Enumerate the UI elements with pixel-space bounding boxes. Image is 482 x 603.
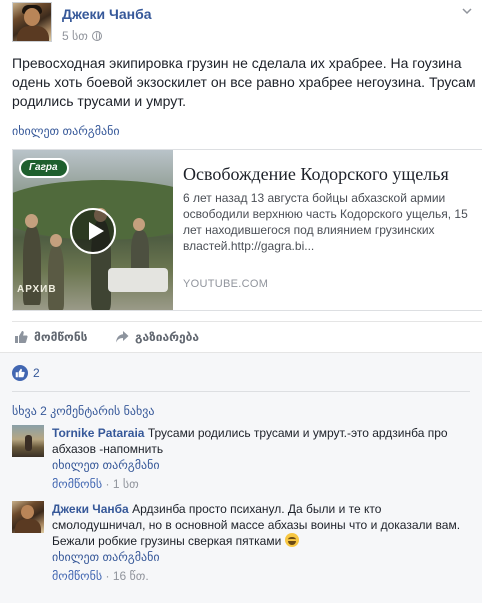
post-meta: 5 სთ — [62, 29, 102, 43]
view-more-comments-link[interactable]: სხვა 2 კომენტარის ნახვა — [12, 404, 155, 418]
comment-see-translation[interactable]: იხილეთ თარგმანი — [52, 549, 472, 565]
grinning-emoji-icon — [284, 533, 299, 547]
comment-text: Ардзинба просто психанул. Да были и те к… — [132, 502, 382, 516]
action-bar: მომწონს გაზიარება — [12, 321, 482, 355]
like-label: მომწონს — [34, 330, 88, 344]
comment-text: смолодушничал, но в основной массе абхаз… — [52, 518, 461, 532]
comment-text: Трусами родились трусами и умрут.-это ар… — [147, 426, 448, 440]
comment-like-link[interactable]: მომწონს — [52, 477, 102, 491]
comment-text: Бежали робкие грузины сверкая пятками — [52, 534, 282, 548]
link-preview[interactable]: Гагра АРХИВ Освобождение Кодорского ущел… — [12, 149, 482, 311]
post-body: Превосходная экипировка грузин не сделал… — [12, 54, 482, 111]
see-translation-link[interactable]: იხილეთ თარგმანი — [12, 124, 120, 138]
share-icon — [115, 330, 129, 344]
like-button[interactable]: მომწონს — [14, 330, 87, 344]
comment-like-link[interactable]: მომწონს — [52, 569, 102, 583]
chevron-down-icon[interactable] — [462, 6, 472, 16]
comment-time[interactable]: 16 წთ. — [113, 569, 149, 583]
like-icon — [14, 330, 28, 344]
share-label: გაზიარება — [135, 330, 200, 344]
post-card: Джеки Чанба 5 სთ Превосходная экипировка… — [0, 0, 482, 603]
comment-see-translation[interactable]: იხილეთ თარგმანი — [52, 457, 472, 473]
like-summary[interactable]: 2 — [12, 365, 40, 381]
comment-body: Джеки Чанба Ардзинба просто психанул. Да… — [52, 501, 472, 584]
commenter-name[interactable]: Tornike Pataraia — [52, 426, 144, 440]
comment-meta: მომწონს · 16 წთ. — [52, 569, 149, 583]
share-button[interactable]: გაზიარება — [115, 330, 199, 344]
commenter-avatar[interactable] — [12, 501, 44, 533]
link-domain: YOUTUBE.COM — [183, 278, 269, 290]
post-text-line: родились трусами и умрут. — [12, 93, 186, 109]
comment-time[interactable]: 1 სთ — [113, 477, 139, 491]
divider — [12, 391, 470, 392]
commenter-name[interactable]: Джеки Чанба — [52, 502, 129, 516]
comment-meta: მომწონს · 1 სთ — [52, 477, 139, 491]
comment-text: абхазов -напомнить — [52, 442, 164, 456]
author-name[interactable]: Джеки Чанба — [62, 6, 152, 22]
post-time[interactable]: 5 სთ — [62, 29, 88, 43]
post-text-line: одень хоть боевой экзоскилет он все равн… — [12, 74, 476, 90]
commenter-avatar[interactable] — [12, 425, 44, 457]
link-title[interactable]: Освобождение Кодорского ущелья — [183, 164, 482, 185]
globe-icon — [91, 31, 102, 41]
video-thumbnail[interactable]: Гагра АРХИВ — [13, 150, 173, 310]
link-description: 6 лет назад 13 августа бойцы абхазской а… — [183, 191, 468, 253]
like-count[interactable]: 2 — [33, 366, 40, 380]
post-text-line: Превосходная экипировка грузин не сделал… — [12, 55, 462, 71]
author-avatar[interactable] — [12, 2, 52, 42]
feedback-section: 2 სხვა 2 კომენტარის ნახვა Tornike Patara… — [0, 352, 482, 603]
thumbnail-watermark: АРХИВ — [17, 284, 57, 295]
play-icon[interactable] — [70, 208, 116, 254]
thumbnail-logo: Гагра — [19, 158, 69, 178]
post-header: Джеки Чанба 5 სთ — [12, 2, 472, 46]
comment-body: Tornike Pataraia Трусами родились трусам… — [52, 425, 472, 492]
like-reaction-icon — [12, 365, 28, 381]
